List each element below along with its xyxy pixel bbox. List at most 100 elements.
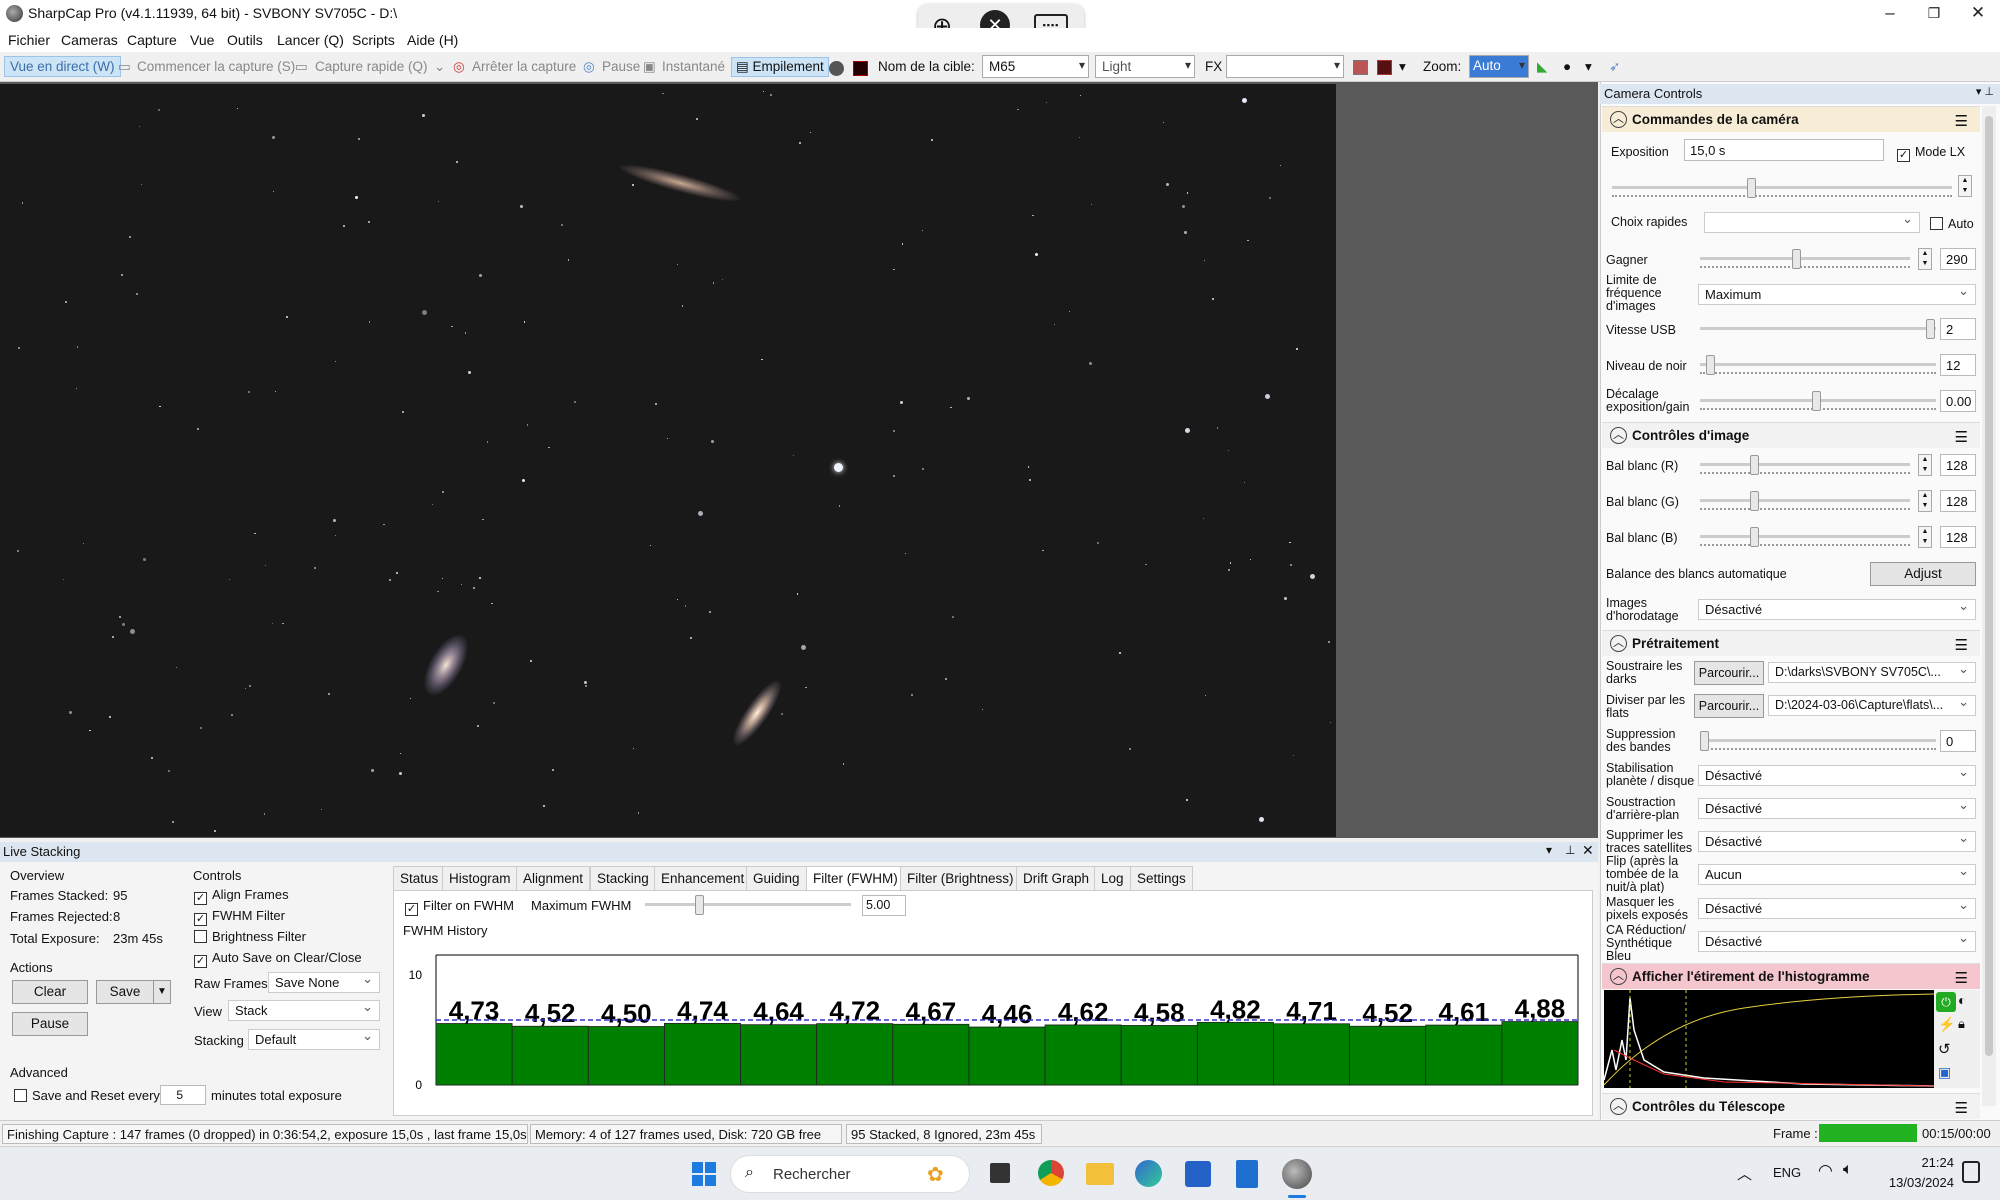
contrast-icon[interactable]: ◐ [1958, 992, 1966, 1008]
collapse-icon[interactable]: ︿ [1610, 968, 1627, 985]
chevron-down-icon[interactable]: ⌄ [434, 59, 445, 75]
wb-green-spinner[interactable]: ▲ ▼ [1918, 490, 1932, 512]
usb-speed-input[interactable]: 2 [1940, 318, 1976, 340]
hot-pixels-select[interactable]: Désactivé [1698, 897, 1976, 919]
image-section-header[interactable]: ︿ Contrôles d'image ☰ [1602, 422, 1980, 448]
menu-icon[interactable]: ☰ [1955, 112, 1968, 130]
tab-histogram[interactable]: Histogram [442, 866, 518, 890]
language-indicator[interactable]: ENG [1773, 1165, 1801, 1180]
collapse-icon[interactable]: ︿ [1610, 427, 1627, 444]
start-capture-button[interactable]: Commencer la capture (S) [137, 59, 295, 74]
store-icon[interactable] [1185, 1161, 1211, 1187]
red-mode-icon[interactable] [853, 61, 868, 76]
tab-filter-fwhm[interactable]: Filter (FWHM) [806, 866, 905, 890]
wb-red-spinner[interactable]: ▲ ▼ [1918, 454, 1932, 476]
max-fwhm-slider[interactable] [645, 894, 851, 916]
collapse-icon[interactable]: ︿ [1610, 635, 1627, 652]
save-icon[interactable]: ▣ [1938, 1064, 1951, 1081]
feather-icon[interactable]: ➶ [1609, 59, 1620, 75]
stacking-button[interactable]: ▤ Empilement [731, 57, 829, 77]
clock-date[interactable]: 13/03/2024 [1882, 1175, 1954, 1190]
save-reset-minutes-input[interactable]: 5 [160, 1085, 206, 1105]
lx-mode-checkbox[interactable]: ✓ Mode LX [1897, 146, 1965, 162]
wb-blue-spinner[interactable]: ▲ ▼ [1918, 526, 1932, 548]
save-button[interactable]: Save [96, 980, 154, 1004]
exposure-slider[interactable] [1612, 177, 1952, 199]
save-dropdown-button[interactable]: ▼ [153, 980, 171, 1004]
wb-blue-slider[interactable] [1700, 526, 1910, 548]
flip-select[interactable]: Aucun [1698, 863, 1976, 885]
histogram-circle-icon[interactable] [829, 61, 844, 76]
wb-green-slider[interactable] [1700, 490, 1910, 512]
close-icon[interactable]: ✕ [1582, 842, 1594, 859]
histogram-icon[interactable]: ◣ [1537, 59, 1547, 75]
browse-flats-button[interactable]: Parcourir... [1694, 694, 1764, 718]
save-reset-checkbox[interactable]: Save and Reset every [14, 1089, 160, 1102]
menu-capture[interactable]: Capture [127, 32, 177, 48]
black-level-input[interactable]: 12 [1940, 354, 1976, 376]
volume-icon[interactable]: 🔈︎ [1843, 1161, 1853, 1179]
chrome-icon[interactable] [1038, 1160, 1064, 1186]
menu-cameras[interactable]: Cameras [61, 32, 118, 48]
camera-section-header[interactable]: ︿ Commandes de la caméra ☰ [1602, 106, 1980, 132]
banding-slider[interactable] [1700, 730, 1936, 752]
chevron-down-icon[interactable]: ▾ [1585, 59, 1592, 75]
raw-frames-select[interactable]: Save None [268, 971, 380, 993]
flats-select[interactable]: D:\2024-03-06\Capture\flats\... [1768, 695, 1976, 716]
tab-guiding[interactable]: Guiding [746, 866, 807, 890]
menu-outils[interactable]: Outils [227, 32, 263, 48]
browse-darks-button[interactable]: Parcourir... [1694, 661, 1764, 685]
menu-icon[interactable]: ☰ [1955, 1099, 1968, 1117]
gain-input[interactable]: 290 [1940, 248, 1976, 270]
collapse-icon[interactable]: ︿ [1610, 111, 1627, 128]
satellite-select[interactable]: Désactivé [1698, 830, 1976, 852]
live-view-button[interactable]: Vue en direct (W) [4, 56, 121, 77]
pin-icon[interactable]: ▾ ⊥ [1976, 85, 1994, 98]
tray-chevron-icon[interactable]: ︿ [1737, 1163, 1752, 1184]
histogram-section-header[interactable]: ︿ Afficher l'étirement de l'histogramme ☰ [1602, 963, 1980, 989]
tab-log[interactable]: Log [1094, 866, 1131, 890]
pause-stack-button[interactable]: Pause [12, 1012, 88, 1036]
panel-scrollbar[interactable] [1982, 106, 1996, 1106]
clock-time[interactable]: 21:24 [1914, 1155, 1954, 1170]
windows-start-icon[interactable] [692, 1162, 716, 1186]
view-select[interactable]: Stack [228, 999, 380, 1021]
color-icon[interactable] [1353, 60, 1368, 75]
pause-button[interactable]: Pause [602, 59, 640, 74]
pin-icon[interactable]: ⊥ [1565, 843, 1575, 857]
tab-filter-brightness[interactable]: Filter (Brightness) [900, 866, 1021, 890]
chevron-down-icon[interactable]: ▾ [1546, 843, 1552, 857]
wifi-icon[interactable]: ◠ [1818, 1161, 1833, 1181]
minimize-button[interactable]: – [1868, 0, 1912, 28]
wb-blue-input[interactable]: 128 [1940, 526, 1976, 548]
telescope-section-header[interactable]: ︿ Contrôles du Télescope ☰ [1602, 1093, 1980, 1119]
quick-choice-select[interactable] [1704, 211, 1920, 233]
exposure-input[interactable]: 15,0 s [1684, 139, 1884, 161]
menu-scripts[interactable]: Scripts [352, 32, 395, 48]
stabilization-select[interactable]: Désactivé [1698, 764, 1976, 786]
stop-capture-button[interactable]: Arrêter la capture [472, 59, 576, 74]
clear-button[interactable]: Clear [12, 980, 88, 1004]
darks-select[interactable]: D:\darks\SVBONY SV705C\... [1768, 662, 1976, 683]
reset-icon[interactable]: ↺ [1938, 1040, 1951, 1058]
framerate-select[interactable]: Maximum [1698, 283, 1976, 305]
brightness-filter-checkbox[interactable]: Brightness Filter [194, 930, 306, 943]
preprocessing-section-header[interactable]: ︿ Prétraitement ☰ [1602, 630, 1980, 656]
astro-image[interactable] [0, 84, 1336, 837]
menu-icon[interactable]: ☰ [1955, 428, 1968, 446]
stacking-select[interactable]: Default [248, 1028, 380, 1050]
tab-settings[interactable]: Settings [1130, 866, 1193, 890]
quick-capture-button[interactable]: Capture rapide (Q) [315, 59, 428, 74]
chevron-down-icon[interactable]: ▾ [1399, 59, 1406, 75]
task-view-icon[interactable] [990, 1163, 1010, 1183]
collapse-icon[interactable]: ︿ [1610, 1098, 1627, 1115]
banding-input[interactable]: 0 [1940, 730, 1976, 752]
offset-input[interactable]: 0.00 [1940, 390, 1976, 412]
background-select[interactable]: Désactivé [1698, 797, 1976, 819]
tab-alignment[interactable]: Alignment [516, 866, 591, 890]
wb-red-slider[interactable] [1700, 454, 1910, 476]
usb-speed-slider[interactable] [1700, 318, 1936, 340]
wb-green-input[interactable]: 128 [1940, 490, 1976, 512]
notification-icon[interactable] [1962, 1161, 1980, 1183]
gain-spinner[interactable]: ▲ ▼ [1918, 248, 1932, 270]
